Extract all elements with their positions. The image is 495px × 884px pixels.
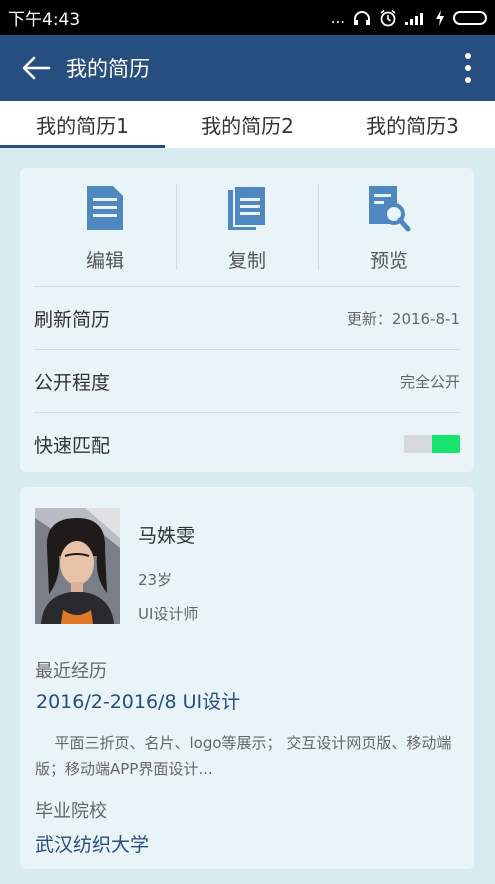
- experience-period: 2016/2-2016/8: [36, 691, 177, 713]
- recent-experience-heading: 最近经历: [35, 661, 107, 682]
- profile-name: 马姝雯: [138, 525, 196, 547]
- refresh-resume-row[interactable]: 刷新简历 更新：2016-8-1: [34, 287, 460, 350]
- toggle-on-segment: [432, 435, 460, 453]
- edit-button[interactable]: 编辑: [34, 168, 176, 286]
- status-time: 下午4:43: [8, 10, 81, 30]
- quick-match-label: 快速匹配: [34, 434, 111, 457]
- headset-icon: [354, 10, 370, 25]
- update-date: 更新：2016-8-1: [346, 309, 460, 328]
- more-options-button[interactable]: [453, 47, 483, 89]
- preview-button[interactable]: 预览: [318, 168, 460, 286]
- edit-label: 编辑: [85, 250, 124, 272]
- profile-card[interactable]: 马姝雯 23岁 UI设计师 最近经历 2016/2-2016/8 UI设计 平面…: [20, 487, 474, 869]
- profile-photo: [35, 508, 120, 624]
- visibility-label: 公开程度: [34, 371, 111, 394]
- quick-match-row: 快速匹配: [34, 413, 460, 475]
- visibility-value: 完全公开: [399, 372, 460, 391]
- resume-actions-card: 编辑 复制 预览 刷新简历 更新：2016-8-1 公开程度 完全公开 快速匹配: [20, 168, 474, 472]
- tab-resume-3[interactable]: 我的简历3: [330, 101, 495, 148]
- action-buttons-row: 编辑 复制 预览: [34, 168, 460, 287]
- charging-icon: [436, 9, 444, 26]
- more-vertical-icon-dot: [465, 53, 471, 59]
- more-vertical-icon-dot: [465, 77, 471, 83]
- experience-role: UI设计: [182, 691, 241, 713]
- school-name: 武汉纺织大学: [35, 834, 150, 856]
- school-heading: 毕业院校: [35, 801, 107, 822]
- page-title: 我的简历: [66, 57, 150, 81]
- resume-tabs: 我的简历1 我的简历2 我的简历3: [0, 101, 495, 148]
- signal-icon: [405, 12, 423, 25]
- experience-description: 平面三折页、名片、logo等展示； 交互设计网页版、移动端版；移动端APP界面设…: [35, 734, 452, 778]
- status-bar: 下午4:43 ...: [0, 0, 495, 35]
- preview-label: 预览: [369, 250, 408, 272]
- copy-button[interactable]: 复制: [176, 168, 318, 286]
- document-edit-icon: [87, 186, 123, 230]
- tab-resume-1[interactable]: 我的简历1: [0, 101, 165, 148]
- back-button[interactable]: [6, 35, 66, 101]
- alarm-icon: [380, 9, 396, 26]
- recent-experience: 2016/2-2016/8 UI设计: [36, 687, 240, 714]
- profile-age: 23岁: [138, 571, 173, 589]
- back-arrow-icon: [22, 56, 51, 80]
- more-vertical-icon-dot: [465, 65, 471, 71]
- battery-icon: [453, 10, 487, 25]
- tab-resume-2[interactable]: 我的简历2: [165, 101, 330, 148]
- preview-search-icon: [369, 186, 411, 232]
- notification-dots: ...: [330, 8, 345, 27]
- copy-label: 复制: [227, 250, 266, 272]
- status-icons: ...: [331, 9, 487, 27]
- app-bar: 我的简历: [0, 35, 495, 101]
- refresh-resume-label: 刷新简历: [34, 308, 111, 331]
- toggle-off-segment: [404, 435, 432, 453]
- quick-match-toggle[interactable]: [404, 435, 460, 453]
- visibility-row[interactable]: 公开程度 完全公开: [34, 350, 460, 413]
- profile-job-title: UI设计师: [138, 605, 199, 623]
- copy-icon: [228, 185, 267, 230]
